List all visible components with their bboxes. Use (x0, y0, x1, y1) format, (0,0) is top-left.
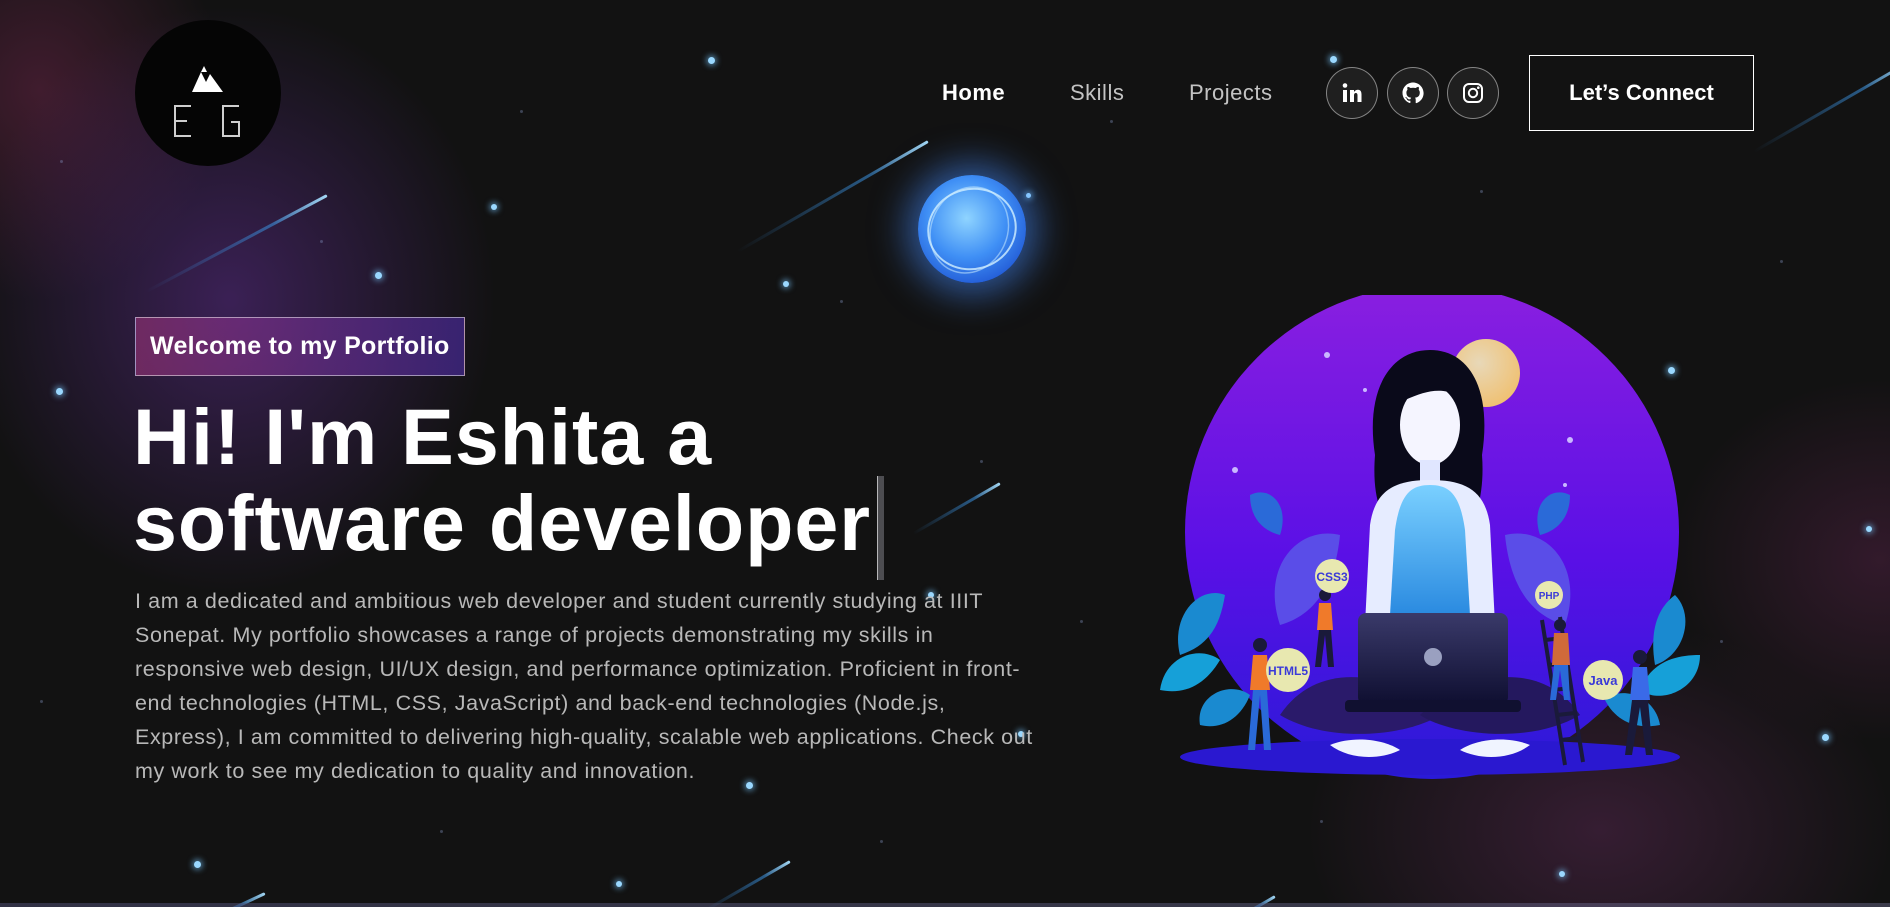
page-title: Hi! I'm Eshita a software developer (133, 397, 1053, 580)
nav-skills[interactable]: Skills (1070, 80, 1124, 106)
instagram-icon (1463, 83, 1483, 103)
html5-badge: HTML5 (1266, 648, 1310, 692)
linkedin-button[interactable] (1326, 67, 1378, 119)
nav-projects[interactable]: Projects (1189, 80, 1272, 106)
java-badge: Java (1583, 660, 1623, 700)
headline-line-1: Hi! I'm Eshita a (133, 392, 713, 481)
svg-text:HTML5: HTML5 (1268, 664, 1308, 678)
section-divider (0, 903, 1890, 907)
css3-badge: CSS3 (1315, 559, 1349, 593)
svg-text:PHP: PHP (1539, 591, 1560, 602)
svg-text:Java: Java (1589, 673, 1619, 688)
lets-connect-button[interactable]: Let’s Connect (1529, 55, 1754, 131)
bio-paragraph: I am a dedicated and ambitious web devel… (135, 589, 1033, 783)
mountain-logo-icon (174, 66, 240, 137)
nav-home[interactable]: Home (942, 80, 1005, 106)
welcome-tagline: Welcome to my Portfolio (135, 317, 465, 376)
typing-cursor (877, 476, 885, 580)
developer-illustration: CSS3 HTML5 PHP Java (1140, 285, 1715, 795)
instagram-button[interactable] (1447, 67, 1499, 119)
linkedin-icon (1342, 83, 1362, 102)
site-logo[interactable] (135, 20, 281, 166)
github-icon (1402, 82, 1424, 104)
php-badge: PHP (1535, 581, 1563, 609)
planet-swirl-icon (927, 186, 1017, 274)
portfolio-page: Home Skills Projects Let’s Connect Welco… (0, 0, 1890, 907)
glowing-planet (918, 175, 1026, 283)
github-button[interactable] (1387, 67, 1439, 119)
headline-line-2: software developer (133, 478, 872, 567)
developer-art-icon: CSS3 HTML5 PHP Java (1160, 285, 1700, 779)
svg-text:CSS3: CSS3 (1316, 570, 1348, 584)
